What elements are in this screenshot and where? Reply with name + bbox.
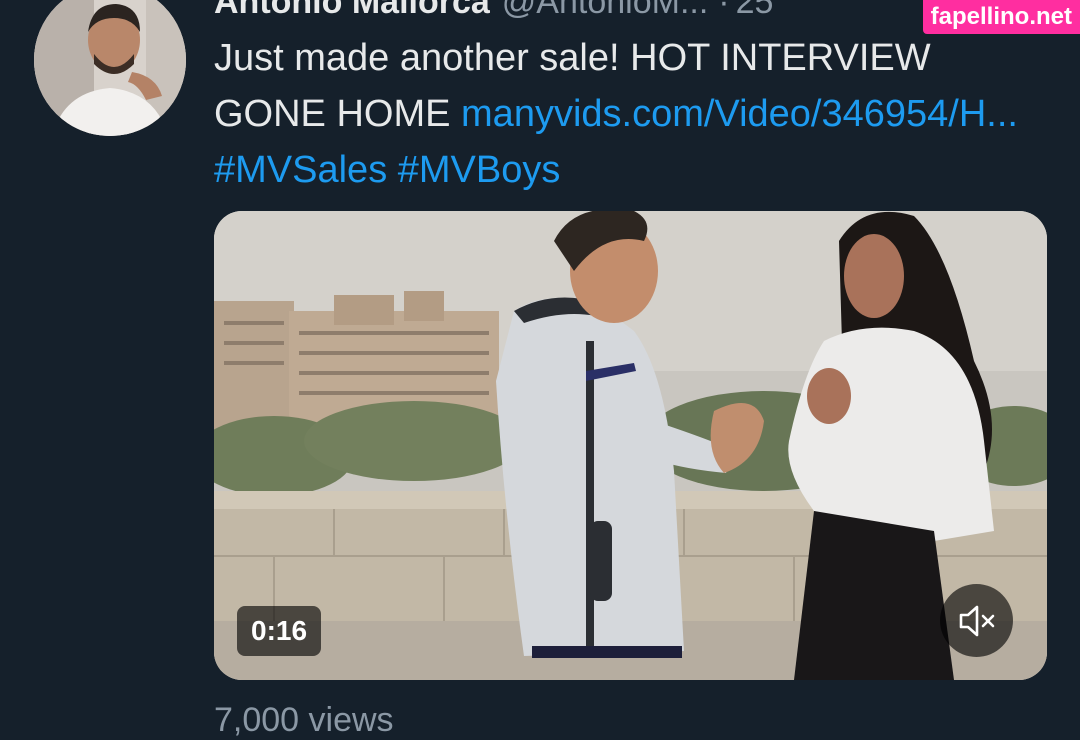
speaker-muted-icon [959,605,994,636]
separator-dot: · [718,0,730,21]
mute-toggle-button[interactable] [940,584,1013,657]
tweet-text: Just made another sale! HOT INTERVIEW GO… [214,30,1044,198]
user-handle[interactable]: @AntonioM... [502,0,709,21]
hashtag-mvboys[interactable]: #MVBoys [398,149,561,191]
watermark: fapellino.net [922,0,1080,34]
tweet-link[interactable]: manyvids.com/Video/346954/H... [461,93,1018,135]
display-name[interactable]: Antonio Mallorca [214,0,490,21]
avatar[interactable] [34,0,186,136]
tweet[interactable]: Antonio Mallorca @AntonioM... · 25 fapellin… [0,0,1080,739]
video-duration: 0:16 [237,606,322,656]
avatar-image [34,0,186,136]
timestamp[interactable]: 25 [736,0,774,21]
video-frame [214,211,1047,680]
tweet-header: Antonio Mallorca @AntonioM... · 25 [214,0,773,22]
video-player[interactable]: 0:16 [214,211,1047,680]
hashtag-mvsales[interactable]: #MVSales [214,149,387,191]
view-count: 7,000 views [214,701,394,739]
